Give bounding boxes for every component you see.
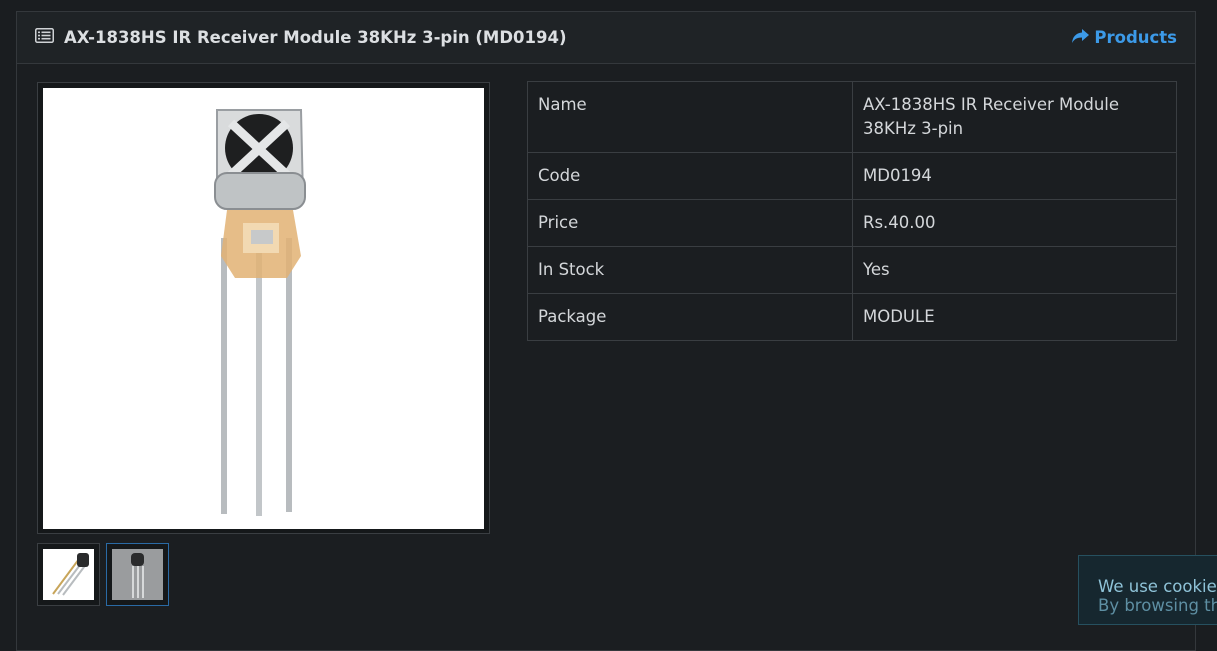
table-row: Name AX-1838HS IR Receiver Module 38KHz … <box>527 81 1177 153</box>
cookie-banner-line1: We use cookies <box>1098 577 1217 596</box>
thumbnail-1[interactable] <box>37 543 100 606</box>
list-icon <box>35 28 54 47</box>
thumbnail-strip <box>37 543 169 606</box>
row-label-code: Code <box>527 152 853 200</box>
table-row: Code MD0194 <box>527 152 1177 200</box>
thumbnail-2[interactable] <box>106 543 169 606</box>
product-info-table: Name AX-1838HS IR Receiver Module 38KHz … <box>527 81 1177 341</box>
row-label-name: Name <box>527 81 853 153</box>
product-photo <box>43 88 484 529</box>
products-link-label: Products <box>1094 28 1177 47</box>
row-label-package: Package <box>527 293 853 341</box>
table-row: In Stock Yes <box>527 246 1177 294</box>
share-arrow-icon <box>1071 28 1090 48</box>
main-product-image[interactable] <box>37 82 490 534</box>
table-row: Package MODULE <box>527 293 1177 341</box>
row-value-name: AX-1838HS IR Receiver Module 38KHz 3-pin <box>852 81 1177 153</box>
products-link[interactable]: Products <box>1071 28 1177 48</box>
thumbnail-1-image <box>43 549 94 600</box>
page-title: AX-1838HS IR Receiver Module 38KHz 3-pin… <box>64 28 567 47</box>
cookie-banner-line2: By browsing th <box>1098 596 1217 615</box>
row-value-package: MODULE <box>852 293 1177 341</box>
thumbnail-2-image <box>112 549 163 600</box>
title-wrap: AX-1838HS IR Receiver Module 38KHz 3-pin… <box>35 28 567 47</box>
product-panel: AX-1838HS IR Receiver Module 38KHz 3-pin… <box>16 11 1196 651</box>
table-row: Price Rs.40.00 <box>527 199 1177 247</box>
row-value-code: MD0194 <box>852 152 1177 200</box>
row-value-stock: Yes <box>852 246 1177 294</box>
panel-header: AX-1838HS IR Receiver Module 38KHz 3-pin… <box>17 12 1195 64</box>
row-label-price: Price <box>527 199 853 247</box>
cookie-banner[interactable]: We use cookies By browsing th <box>1078 555 1217 625</box>
row-label-stock: In Stock <box>527 246 853 294</box>
row-value-price: Rs.40.00 <box>852 199 1177 247</box>
